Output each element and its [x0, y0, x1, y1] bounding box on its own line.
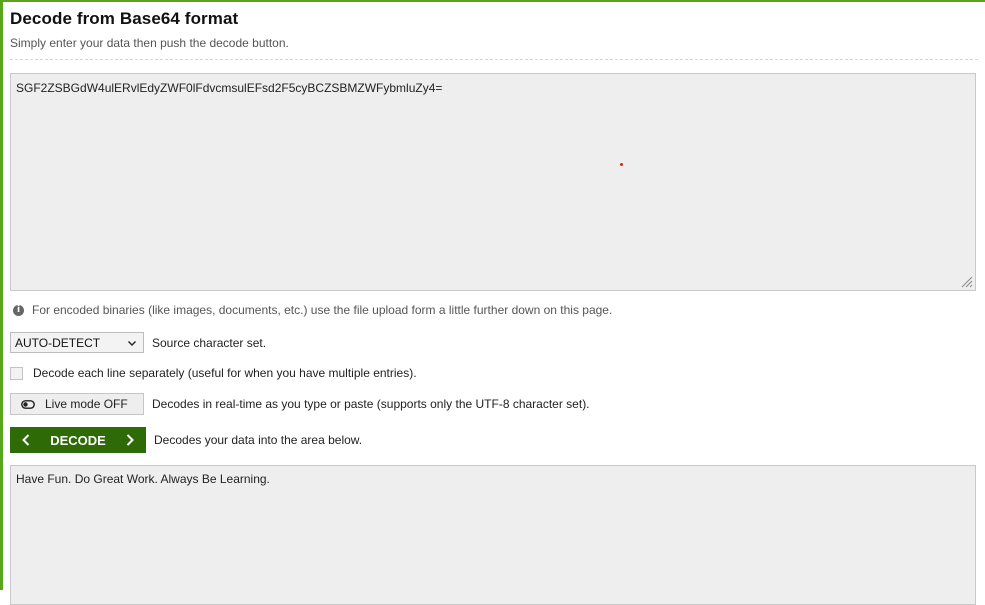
- live-mode-button[interactable]: Live mode OFF: [10, 393, 144, 415]
- charset-row: AUTO-DETECT Source character set.: [10, 332, 266, 353]
- decoded-output-textarea[interactable]: Have Fun. Do Great Work. Always Be Learn…: [10, 465, 976, 605]
- mouse-cursor-dot: [620, 163, 623, 166]
- live-mode-row: Live mode OFF Decodes in real-time as yo…: [10, 393, 590, 415]
- divider: [10, 59, 978, 60]
- frame-left-border: [0, 0, 3, 590]
- toggle-icon: [21, 399, 35, 409]
- page-subtitle: Simply enter your data then push the dec…: [10, 36, 289, 50]
- decode-button-label: DECODE: [50, 432, 106, 448]
- chevron-down-icon: [128, 340, 136, 346]
- frame-top-border: [0, 0, 985, 2]
- page-title: Decode from Base64 format: [10, 9, 239, 28]
- charset-select[interactable]: AUTO-DETECT: [10, 332, 144, 353]
- decode-button[interactable]: DECODE: [10, 427, 146, 453]
- decoded-output-value: Have Fun. Do Great Work. Always Be Learn…: [16, 472, 270, 486]
- charset-selected-value: AUTO-DETECT: [15, 335, 101, 350]
- chevron-left-icon: [22, 434, 30, 446]
- encoded-input-textarea[interactable]: SGF2ZSBGdW4ulERvlEdyZWF0lFdvcmsulEFsd2F5…: [10, 73, 976, 291]
- charset-label: Source character set.: [152, 335, 267, 350]
- line-option-row: Decode each line separately (useful for …: [10, 366, 417, 380]
- info-icon: i: [13, 304, 24, 316]
- file-upload-hint: i For encoded binaries (like images, doc…: [13, 303, 612, 317]
- chevron-right-icon: [126, 434, 134, 446]
- decode-lines-label: Decode each line separately (useful for …: [33, 366, 417, 380]
- live-mode-description: Decodes in real-time as you type or past…: [152, 397, 590, 411]
- resize-grip-icon[interactable]: [961, 276, 973, 288]
- live-mode-button-label: Live mode OFF: [45, 397, 128, 411]
- file-upload-hint-text: For encoded binaries (like images, docum…: [32, 303, 613, 317]
- decode-row: DECODE Decodes your data into the area b…: [10, 427, 362, 453]
- encoded-input-value: SGF2ZSBGdW4ulERvlEdyZWF0lFdvcmsulEFsd2F5…: [16, 81, 443, 95]
- decode-lines-checkbox[interactable]: [10, 366, 23, 380]
- decode-description: Decodes your data into the area below.: [154, 433, 363, 447]
